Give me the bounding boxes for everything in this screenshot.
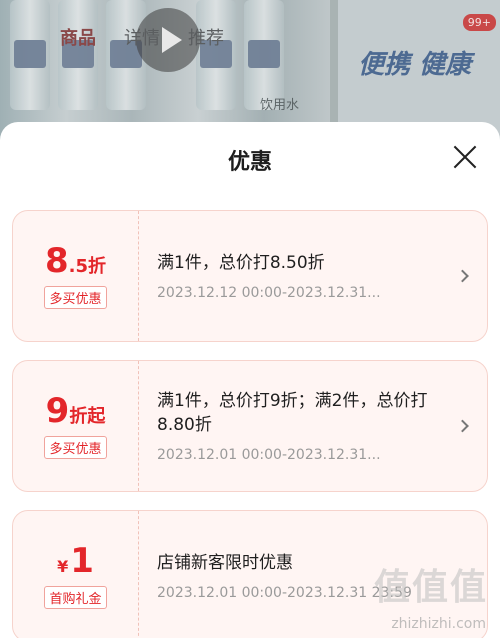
bottle-image [196,0,236,110]
watermark-url: zhizhizhi.com [391,616,486,632]
coupon-description: 满1件，总价打8.50折 [157,253,325,273]
coupon-card[interactable]: 9折起 多买优惠 满1件，总价打9折；满2件，总价打8.80折 2023.12.… [12,360,488,492]
amount-unit: .5折 [68,255,107,277]
coupon-amount-area: ¥1 首购礼金 [13,511,139,638]
tab-details[interactable]: 详情 [124,24,160,50]
coupon-amount-area: 8.5折 多买优惠 [13,211,139,341]
bottle-image [58,0,98,110]
sheet-title: 优惠 [227,150,272,175]
tab-recommend[interactable]: 推荐 [188,24,224,50]
background-tabs: 商品 详情 推荐 [60,24,224,50]
tab-goods[interactable]: 商品 [60,24,96,50]
coupon-tag: 多买优惠 [44,285,107,309]
coupon-info: 满1件，总价打8.50折 2023.12.12 00:00-2023.12.31… [139,211,487,341]
coupon-amount: 9折起 [46,394,106,428]
watermark-logo: 值值值 [373,567,488,608]
coupon-description: 满1件，总价打9折；满2件，总价打8.80折 [157,391,428,435]
amount-unit: 折起 [69,405,106,427]
background-product-page: 商品 详情 推荐 饮用水 便携 健康 99+ [0,0,500,140]
coupon-date: 2023.12.12 00:00-2023.12.31... [157,285,381,301]
coupon-info: 满1件，总价打9折；满2件，总价打8.80折 2023.12.01 00:00-… [139,361,487,491]
coupon-amount-area: 9折起 多买优惠 [13,361,139,491]
coupon-tag: 多买优惠 [44,435,107,459]
coupon-amount: 8.5折 [45,244,106,278]
coupon-amount: ¥1 [57,544,94,578]
banner-text: 便携 健康 [358,50,472,80]
amount-value: 1 [70,540,94,581]
currency-symbol: ¥ [57,556,69,576]
discount-sheet: 优惠 8.5折 多买优惠 满1件，总价打8.50折 2023.12.12 00:… [0,122,500,638]
bottle-image [10,0,50,110]
cart-badge: 99+ [462,14,496,31]
background-text: 饮用水 [260,98,300,113]
amount-value: 9 [45,390,70,431]
coupon-date: 2023.12.01 00:00-2023.12.31... [157,447,381,463]
amount-value: 8 [44,240,69,281]
coupon-card[interactable]: 8.5折 多买优惠 满1件，总价打8.50折 2023.12.12 00:00-… [12,210,488,342]
sheet-header: 优惠 [0,122,500,194]
close-icon[interactable] [452,144,478,170]
coupon-tag: 首购礼金 [44,585,107,609]
